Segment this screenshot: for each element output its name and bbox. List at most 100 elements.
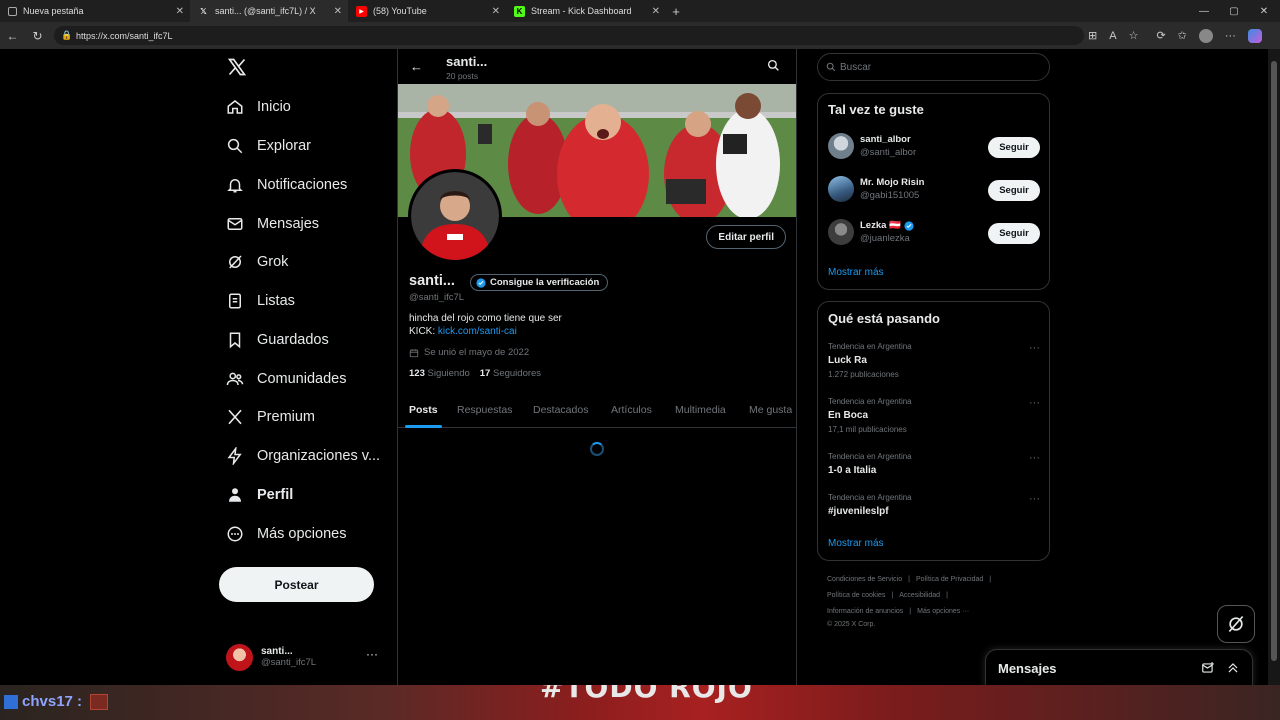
close-icon[interactable]: ✕ <box>176 6 184 17</box>
show-more-link[interactable]: Mostrar más <box>828 538 884 549</box>
suggestion-item[interactable]: Lezka 🇦🇹 @juanlezka Seguir <box>828 216 1040 248</box>
account-switcher[interactable]: santi... @santi_ifc7L ··· <box>226 637 386 677</box>
tab-destacados[interactable]: Destacados <box>533 392 588 428</box>
x-logo-icon[interactable] <box>227 57 247 79</box>
grok-button[interactable] <box>1217 605 1255 643</box>
messages-drawer[interactable]: Mensajes <box>985 649 1253 687</box>
follow-stats: 123 Siguiendo 17 Seguidores <box>409 368 541 379</box>
page-scrollbar[interactable] <box>1268 49 1280 685</box>
favorites-icon[interactable]: ✩ <box>1178 29 1187 42</box>
tab-me-gusta[interactable]: Me gusta <box>749 392 792 428</box>
sidebar-item-inicio[interactable]: Inicio <box>226 92 291 122</box>
sidebar-item-comunidades[interactable]: Comunidades <box>226 364 346 394</box>
footer-link[interactable]: Accesibilidad <box>899 592 940 599</box>
tab-title: Stream - Kick Dashboard <box>531 6 632 16</box>
tab-youtube[interactable]: ▶ (58) YouTube ✕ <box>348 0 506 22</box>
following-link[interactable]: 123 Siguiendo <box>409 368 470 379</box>
close-icon[interactable]: ✕ <box>652 6 660 17</box>
sidebar-item-grok[interactable]: Grok <box>226 247 288 277</box>
trend-item[interactable]: Tendencia en Argentina En Boca 17,1 mil … <box>828 397 1040 434</box>
more-dots-icon[interactable]: ··· <box>366 647 378 661</box>
active-tab-indicator <box>405 425 442 428</box>
follow-button[interactable]: Seguir <box>988 223 1040 244</box>
tab-posts[interactable]: Posts <box>405 392 442 428</box>
favorite-star-icon[interactable]: ☆ <box>1129 29 1139 42</box>
sidebar-item-explorar[interactable]: Explorar <box>226 131 311 161</box>
suggestion-item[interactable]: santi_albor @santi_albor Seguir <box>828 130 1040 162</box>
footer-link[interactable]: Información de anuncios <box>827 608 903 615</box>
chevron-up-icon[interactable] <box>1226 661 1240 675</box>
header-profile-name: santi... <box>446 54 488 69</box>
window-close-icon[interactable]: ✕ <box>1248 0 1280 22</box>
copilot-icon[interactable] <box>1247 28 1262 43</box>
tab-x-profile[interactable]: 𝕏 santi... (@santi_ifc7L) / X ✕ <box>190 0 348 22</box>
show-more-link[interactable]: Mostrar más <box>828 267 884 278</box>
back-arrow-icon[interactable]: ← <box>410 59 423 74</box>
search-input[interactable]: Buscar <box>817 53 1050 81</box>
scrollbar-thumb[interactable] <box>1271 61 1277 661</box>
tab-label: Respuestas <box>457 404 513 416</box>
profile-icon[interactable] <box>1198 28 1213 43</box>
sidebar-item-guardados[interactable]: Guardados <box>226 325 329 355</box>
kick-link[interactable]: kick.com/santi-cai <box>438 326 517 337</box>
footer-link[interactable]: Más opciones ··· <box>917 608 969 615</box>
trend-context: Tendencia en Argentina <box>828 452 912 461</box>
post-button[interactable]: Postear <box>219 567 374 602</box>
footer-links-row: Condiciones de Servicio | Política de Pri… <box>827 576 991 583</box>
search-icon <box>826 62 836 72</box>
minimize-icon[interactable]: — <box>1188 0 1220 22</box>
close-icon[interactable]: ✕ <box>492 6 500 17</box>
chat-badge-icon <box>4 694 18 709</box>
sidebar-item-perfil[interactable]: Perfil <box>226 480 293 510</box>
footer-link[interactable]: Política de cookies <box>827 592 885 599</box>
trend-item[interactable]: Tendencia en Argentina 1-0 a Italia ··· <box>828 452 1040 476</box>
tab-respuestas[interactable]: Respuestas <box>457 392 512 428</box>
more-dots-icon[interactable]: ··· <box>1029 397 1040 409</box>
sidebar-item-organizaciones[interactable]: Organizaciones v... <box>226 441 380 471</box>
new-message-icon[interactable] <box>1201 661 1215 675</box>
more-dots-icon[interactable]: ··· <box>1029 493 1040 505</box>
extension-icon[interactable]: ⟳ <box>1156 29 1165 42</box>
back-icon[interactable]: ← <box>0 29 25 43</box>
suggestion-item[interactable]: Mr. Mojo Risin @gabi151005 Seguir <box>828 173 1040 205</box>
search-icon[interactable] <box>767 59 780 72</box>
more-dots-icon[interactable]: ··· <box>1029 342 1040 354</box>
followers-link[interactable]: 17 Seguidores <box>480 368 541 379</box>
menu-icon[interactable]: ··· <box>1225 30 1236 42</box>
url-field[interactable]: 🔒 https://x.com/santi_ifc7L <box>54 26 1084 45</box>
tab-kick[interactable]: K Stream - Kick Dashboard ✕ <box>506 0 666 22</box>
new-tab-button[interactable]: + <box>666 4 686 19</box>
get-verified-button[interactable]: Consigue la verificación <box>470 274 609 291</box>
tab-articulos[interactable]: Artículos <box>611 392 652 428</box>
trend-item[interactable]: Tendencia en Argentina #juvenileslpf ··· <box>828 493 1040 517</box>
trends-title: Qué está pasando <box>828 311 940 326</box>
sidebar-item-premium[interactable]: Premium <box>226 402 315 432</box>
sidebar-item-notificaciones[interactable]: Notificaciones <box>226 170 347 200</box>
footer-link[interactable]: Condiciones de Servicio <box>827 576 902 583</box>
sidebar-item-mas-opciones[interactable]: Más opciones <box>226 519 346 549</box>
sidebar-item-mensajes[interactable]: Mensajes <box>226 209 319 239</box>
sidebar-item-listas[interactable]: Listas <box>226 286 295 316</box>
sidebar-item-label: Premium <box>257 409 316 425</box>
suggestions-title: Tal vez te guste <box>828 102 924 117</box>
edit-profile-button[interactable]: Editar perfil <box>706 225 786 249</box>
search-placeholder: Buscar <box>840 61 872 73</box>
follow-button[interactable]: Seguir <box>988 180 1040 201</box>
bio-line: hincha del rojo como tiene que ser <box>409 313 562 324</box>
more-dots-icon[interactable]: ··· <box>1029 452 1040 464</box>
tab-nueva-pestana[interactable]: Nueva pestaña ✕ <box>0 0 190 22</box>
refresh-icon[interactable]: ↻ <box>25 29 50 43</box>
trend-item[interactable]: Tendencia en Argentina Luck Ra 1.272 pub… <box>828 342 1040 379</box>
apps-icon[interactable]: ⊞ <box>1088 29 1097 42</box>
read-aloud-icon[interactable]: A <box>1109 30 1116 42</box>
home-icon <box>227 100 243 114</box>
maximize-icon[interactable]: ▢ <box>1218 0 1250 22</box>
lightning-icon <box>227 447 242 465</box>
footer-link[interactable]: Política de Privacidad <box>916 576 983 583</box>
profile-avatar[interactable] <box>408 169 502 263</box>
tab-multimedia[interactable]: Multimedia <box>675 392 726 428</box>
follow-button[interactable]: Seguir <box>988 137 1040 158</box>
get-verified-label: Consigue la verificación <box>490 277 600 288</box>
close-icon[interactable]: ✕ <box>334 6 342 17</box>
tab-label: Artículos <box>611 404 652 416</box>
